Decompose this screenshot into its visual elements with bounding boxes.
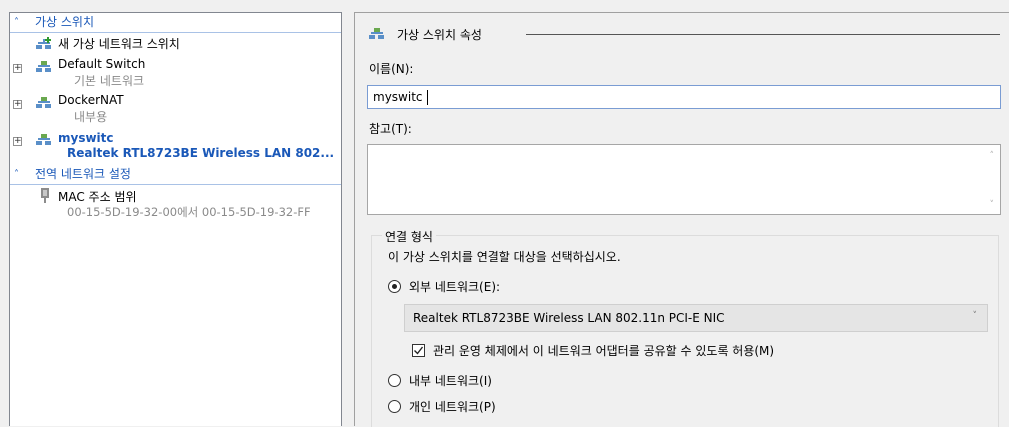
section-virtual-switches[interactable]: ˄ 가상 스위치 <box>10 13 341 33</box>
tree-item-new-switch[interactable]: 새 가상 네트워크 스위치 <box>10 33 341 53</box>
switch-subtitle: Realtek RTL8723BE Wireless LAN 802... <box>67 146 335 160</box>
name-field-value: myswitc <box>373 90 423 104</box>
collapse-chevron-icon[interactable]: ˄ <box>14 13 19 32</box>
switch-subtitle: 내부용 <box>74 110 108 124</box>
switch-subtitle: 기본 네트워크 <box>74 74 145 88</box>
share-adapter-checkbox[interactable] <box>412 344 425 357</box>
external-network-radio[interactable] <box>388 280 401 293</box>
scroll-up-icon[interactable]: ˄ <box>990 151 995 161</box>
name-label: 이름(N): <box>369 62 414 76</box>
add-network-icon <box>36 37 51 49</box>
expand-icon[interactable]: + <box>13 64 22 73</box>
switch-name: myswitc <box>58 131 114 145</box>
text-cursor <box>427 90 428 105</box>
name-field[interactable]: myswitc <box>367 85 1001 109</box>
chevron-down-icon: ˅ <box>972 311 978 321</box>
adapter-dropdown[interactable]: Realtek RTL8723BE Wireless LAN 802.11n P… <box>404 304 988 332</box>
connection-type-label: 연결 형식 <box>382 228 436 245</box>
tree-item-myswitc[interactable]: + myswitc Realtek RTL8723BE Wireless LAN… <box>10 129 341 165</box>
switch-name: DockerNAT <box>58 93 124 107</box>
share-adapter-label[interactable]: 관리 운영 체제에서 이 네트워크 어댑터를 공유할 수 있도록 허용(M) <box>433 342 774 359</box>
properties-header: 가상 스위치 속성 <box>397 28 482 42</box>
collapse-chevron-icon[interactable]: ˄ <box>14 165 19 184</box>
tree-item-mac-range[interactable]: MAC 주소 범위 00-15-5D-19-32-00에서 00-15-5D-1… <box>10 185 341 225</box>
checkmark-icon <box>414 346 424 355</box>
connection-prompt: 이 가상 스위치를 연결할 대상을 선택하십시오. <box>388 250 621 264</box>
network-switch-icon <box>369 28 384 39</box>
radio-selected-dot <box>392 284 397 289</box>
network-switch-icon <box>36 97 51 108</box>
notes-field[interactable]: ˄ ˅ <box>367 144 1001 215</box>
switch-properties-panel: 가상 스위치 속성 이름(N): myswitc 참고(T): ˄ ˅ 연결 형… <box>354 12 1009 427</box>
mac-range-label: MAC 주소 범위 <box>58 190 137 204</box>
internal-network-label[interactable]: 내부 네트워크(I) <box>409 372 492 389</box>
scroll-down-icon[interactable]: ˅ <box>990 200 995 210</box>
header-divider <box>526 34 1000 35</box>
section-label: 전역 네트워크 설정 <box>35 167 131 181</box>
switch-name: Default Switch <box>58 57 146 71</box>
network-switch-icon <box>36 61 51 72</box>
expand-icon[interactable]: + <box>13 100 22 109</box>
private-network-radio[interactable] <box>388 400 401 413</box>
mac-range-value: 00-15-5D-19-32-00에서 00-15-5D-19-32-FF <box>67 205 311 219</box>
tree-item-default-switch[interactable]: + Default Switch 기본 네트워크 <box>10 53 341 91</box>
expand-icon[interactable]: + <box>13 137 22 146</box>
new-switch-label: 새 가상 네트워크 스위치 <box>58 37 180 51</box>
adapter-dropdown-value: Realtek RTL8723BE Wireless LAN 802.11n P… <box>413 311 725 325</box>
switch-tree-panel: ˄ 가상 스위치 새 가상 네트워크 스위치 + Default Switch … <box>9 12 342 426</box>
private-network-label[interactable]: 개인 네트워크(P) <box>409 398 496 415</box>
section-global-network-settings[interactable]: ˄ 전역 네트워크 설정 <box>10 165 341 185</box>
external-network-label[interactable]: 외부 네트워크(E): <box>409 278 500 295</box>
network-adapter-icon <box>41 188 49 203</box>
internal-network-radio[interactable] <box>388 374 401 387</box>
network-switch-icon <box>36 134 51 145</box>
tree-item-dockernat[interactable]: + DockerNAT 내부용 <box>10 91 341 129</box>
section-label: 가상 스위치 <box>35 15 95 29</box>
notes-label: 참고(T): <box>369 122 412 136</box>
